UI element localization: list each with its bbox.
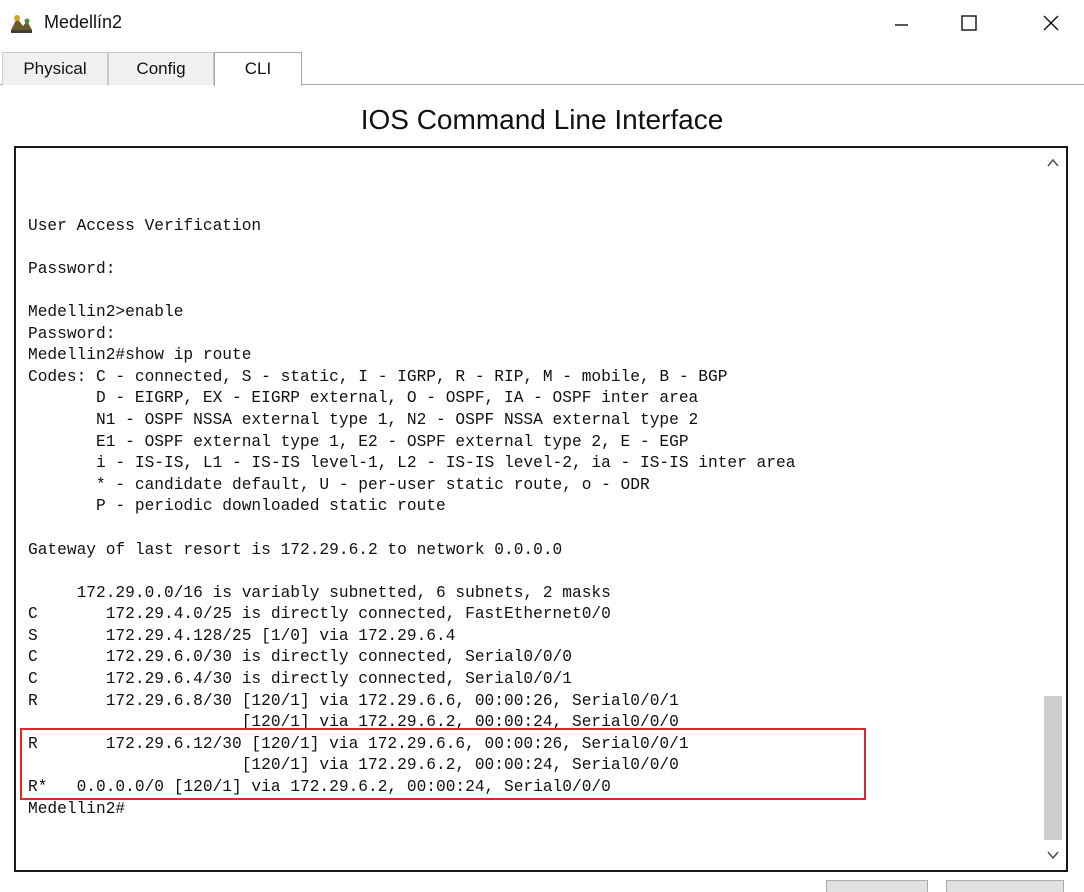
tab-config[interactable]: Config	[108, 52, 214, 85]
console-line: R 172.29.6.12/30 [120/1] via 172.29.6.6,…	[28, 734, 689, 753]
console-line: [120/1] via 172.29.6.2, 00:00:24, Serial…	[28, 713, 679, 732]
console-line: Password:	[28, 259, 116, 278]
copy-button[interactable]	[826, 880, 928, 892]
scrollbar-thumb[interactable]	[1044, 696, 1062, 840]
console-line: C 172.29.6.0/30 is directly connected, S…	[28, 648, 572, 667]
router-icon	[11, 15, 32, 33]
console-line: R* 0.0.0.0/0 [120/1] via 172.29.6.2, 00:…	[28, 778, 611, 797]
console-line: Medellin2#show ip route	[28, 346, 252, 365]
scrollbar[interactable]	[1040, 148, 1066, 870]
console-line: C 172.29.4.0/25 is directly connected, F…	[28, 605, 611, 624]
console-line: R 172.29.6.8/30 [120/1] via 172.29.6.6, …	[28, 691, 679, 710]
tab-physical[interactable]: Physical	[2, 52, 108, 85]
console-line: D - EIGRP, EX - EIGRP external, O - OSPF…	[28, 389, 699, 408]
paste-button[interactable]	[946, 880, 1064, 892]
console-line: 172.29.0.0/16 is variably subnetted, 6 s…	[28, 583, 611, 602]
console-line: [120/1] via 172.29.6.2, 00:00:24, Serial…	[28, 756, 679, 775]
tab-bar: Physical Config CLI	[0, 52, 1084, 86]
console-line: Gateway of last resort is 172.29.6.2 to …	[28, 540, 563, 559]
console-output[interactable]: User Access Verification Password: Medelli…	[28, 194, 1028, 820]
close-icon[interactable]	[1028, 6, 1074, 42]
console-line: N1 - OSPF NSSA external type 1, N2 - OSP…	[28, 410, 699, 429]
console-line: Medellin2#	[28, 799, 126, 818]
cli-console[interactable]: User Access Verification Password: Medelli…	[14, 146, 1068, 872]
chevron-down-icon[interactable]	[1040, 840, 1066, 870]
console-line: P - periodic downloaded static route	[28, 497, 446, 516]
console-line: Codes: C - connected, S - static, I - IG…	[28, 367, 728, 386]
tab-cli[interactable]: CLI	[214, 52, 302, 86]
console-line: C 172.29.6.4/30 is directly connected, S…	[28, 670, 572, 689]
console-line: S 172.29.4.128/25 [1/0] via 172.29.6.4	[28, 626, 456, 645]
window-title: Medellín2	[44, 12, 123, 32]
console-line: User Access Verification	[28, 216, 262, 235]
minimize-icon[interactable]	[878, 6, 924, 42]
console-line: Medellin2>enable	[28, 302, 184, 321]
title-bar: Medellín2	[0, 0, 1084, 50]
console-line: Password:	[28, 324, 116, 343]
maximize-icon[interactable]	[946, 6, 992, 42]
chevron-up-icon[interactable]	[1040, 148, 1066, 178]
console-line: i - IS-IS, L1 - IS-IS level-1, L2 - IS-I…	[28, 454, 796, 473]
console-line: * - candidate default, U - per-user stat…	[28, 475, 650, 494]
console-line: E1 - OSPF external type 1, E2 - OSPF ext…	[28, 432, 689, 451]
cli-heading: IOS Command Line Interface	[360, 104, 724, 135]
